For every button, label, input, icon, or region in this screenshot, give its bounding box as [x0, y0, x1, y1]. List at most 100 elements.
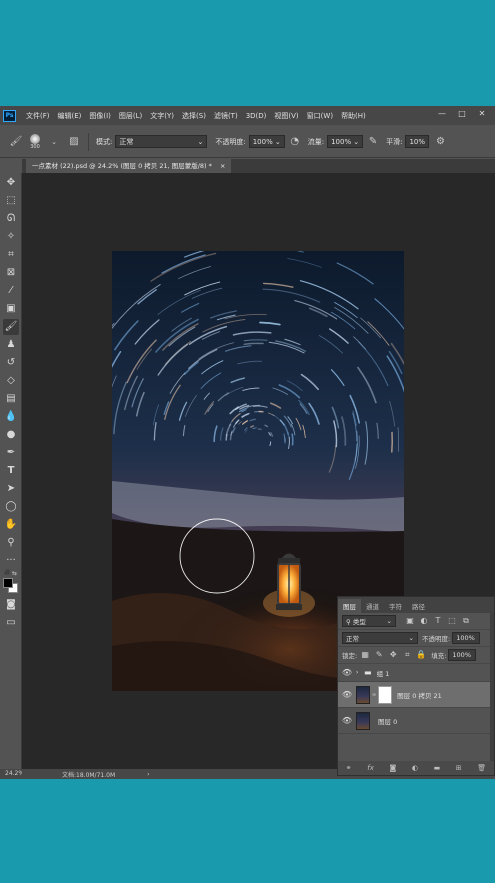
link-icon[interactable]: ∞ — [372, 692, 376, 698]
path-selection-tool[interactable]: ➤ — [3, 481, 19, 497]
chevron-down-icon: ⌄ — [274, 137, 281, 146]
eyedropper-tool[interactable]: ⁄ — [3, 283, 19, 299]
airbrush-icon[interactable]: ✎ — [366, 135, 380, 149]
chevron-right-icon[interactable]: › — [356, 669, 364, 676]
tab-channels[interactable]: 通道 — [361, 599, 384, 613]
chevron-down-icon[interactable]: ⌄ — [47, 135, 61, 149]
quick-mask-icon[interactable]: ◙ — [3, 597, 19, 613]
opacity-input[interactable]: 100% ⌄ — [248, 135, 285, 148]
layer-name: 组 1 — [376, 669, 390, 678]
lock-paint-icon[interactable]: ✎ — [373, 649, 385, 661]
magic-wand-tool[interactable]: ✧ — [3, 229, 19, 245]
layer-name: 图层 0 — [378, 717, 398, 726]
lock-transparency-icon[interactable]: ▦ — [359, 649, 371, 661]
trash-icon[interactable]: 🗑 — [477, 764, 486, 772]
layer-row-group[interactable]: 👁 › ▬ 组 1 — [338, 664, 494, 682]
visibility-eye-icon[interactable]: 👁 — [338, 668, 356, 677]
layers-panel: 图层 通道 字符 路径 ⚲ 类型 ⌄ ▣ ◐ T ⬚ ⧉ 正常 ⌄ 不透明度: … — [337, 596, 495, 776]
menu-3d[interactable]: 3D(D) — [246, 112, 267, 120]
visibility-eye-icon[interactable]: 👁 — [338, 716, 356, 725]
swap-colors-icon[interactable]: ⇆ — [12, 570, 17, 577]
eraser-tool[interactable]: ◇ — [3, 373, 19, 389]
brush-panel-icon[interactable]: ▨ — [67, 135, 81, 149]
lock-all-icon[interactable]: 🔒 — [415, 649, 427, 661]
lock-position-icon[interactable]: ✥ — [387, 649, 399, 661]
filter-shape-icon[interactable]: ⬚ — [446, 615, 458, 627]
dodge-tool[interactable]: ● — [3, 427, 19, 443]
minimize-button[interactable]: — — [436, 109, 448, 119]
panel-scrollbar[interactable] — [490, 613, 494, 763]
menu-image[interactable]: 图像(I) — [89, 111, 111, 121]
menu-layer[interactable]: 图层(L) — [119, 111, 142, 121]
layer-row-selected[interactable]: 👁 ∞ 图层 0 拷贝 21 — [338, 682, 494, 708]
tab-paths[interactable]: 路径 — [407, 599, 430, 613]
layer-filter-select[interactable]: ⚲ 类型 ⌄ — [342, 615, 396, 627]
blend-mode-select[interactable]: 正常 ⌄ — [342, 632, 418, 644]
menu-help[interactable]: 帮助(H) — [341, 111, 366, 121]
filter-pixel-icon[interactable]: ▣ — [404, 615, 416, 627]
smoothing-options-icon[interactable]: ⚙ — [433, 135, 447, 149]
marquee-tool[interactable]: ⬚ — [3, 193, 19, 209]
pen-tool[interactable]: ✒ — [3, 445, 19, 461]
add-mask-icon[interactable]: ◙ — [389, 764, 396, 772]
menu-file[interactable]: 文件(F) — [26, 111, 50, 121]
screen-mode-icon[interactable]: ▭ — [3, 615, 19, 631]
menu-type[interactable]: 文字(Y) — [150, 111, 174, 121]
lock-artboard-icon[interactable]: ⌗ — [401, 649, 413, 661]
menu-view[interactable]: 视图(V) — [274, 111, 298, 121]
layer-row-base[interactable]: 👁 图层 0 — [338, 708, 494, 734]
frame-tool[interactable]: ⊠ — [3, 265, 19, 281]
filter-smart-object-icon[interactable]: ⧉ — [460, 615, 472, 627]
layer-mask-thumbnail[interactable] — [378, 685, 393, 704]
menu-bar: Ps 文件(F) 编辑(E) 图像(I) 图层(L) 文字(Y) 选择(S) 滤… — [0, 106, 495, 125]
flow-label: 流量: — [307, 137, 325, 146]
zoom-tool[interactable]: ⚲ — [3, 535, 19, 551]
type-tool[interactable]: T — [3, 463, 19, 479]
fx-icon[interactable]: fx — [367, 764, 374, 772]
more-tools-icon[interactable]: ··· — [3, 553, 19, 569]
brush-tool[interactable]: 🖌 — [3, 319, 19, 335]
blur-tool[interactable]: 💧 — [3, 409, 19, 425]
blend-mode-value: 正常 — [346, 635, 359, 643]
menu-window[interactable]: 窗口(W) — [307, 111, 333, 121]
link-layers-icon[interactable]: ⚭ — [346, 764, 352, 772]
fill-input[interactable]: 100% — [448, 649, 477, 661]
flow-input[interactable]: 100% ⌄ — [327, 135, 364, 148]
new-group-icon[interactable]: ▬ — [434, 764, 441, 772]
smoothing-input[interactable]: 10% — [405, 135, 430, 148]
lasso-tool[interactable]: ᘏ — [3, 211, 19, 227]
adjustment-layer-icon[interactable]: ◐ — [412, 764, 418, 772]
filter-adjustment-icon[interactable]: ◐ — [418, 615, 430, 627]
layer-opacity-input[interactable]: 100% — [452, 632, 481, 644]
menu-filter[interactable]: 滤镜(T) — [214, 111, 238, 121]
menu-edit[interactable]: 编辑(E) — [58, 111, 82, 121]
pressure-opacity-icon[interactable]: ◔ — [288, 135, 302, 149]
brush-icon[interactable]: 🖌 — [9, 135, 23, 149]
status-arrow-icon[interactable]: › — [147, 771, 149, 778]
hand-tool[interactable]: ✋ — [3, 517, 19, 533]
tools-panel: ✥ ⬚ ᘏ ✧ ⌗ ⊠ ⁄ ▣ 🖌 ♟ ↺ ◇ ▤ 💧 ● ✒ T ➤ ◯ ✋ … — [0, 173, 22, 769]
clone-stamp-tool[interactable]: ♟ — [3, 337, 19, 353]
menu-select[interactable]: 选择(S) — [182, 111, 206, 121]
move-tool[interactable]: ✥ — [3, 175, 19, 191]
close-window-button[interactable]: ✕ — [476, 109, 488, 119]
brush-preset-picker[interactable]: 300 — [30, 133, 40, 150]
mode-select[interactable]: 正常 ⌄ — [115, 135, 208, 148]
history-brush-tool[interactable]: ↺ — [3, 355, 19, 371]
close-tab-icon[interactable]: × — [220, 162, 225, 170]
maximize-button[interactable]: □ — [456, 109, 468, 119]
crop-tool[interactable]: ⌗ — [3, 247, 19, 263]
layer-opacity-label: 不透明度: — [422, 635, 451, 643]
search-icon: ⚲ — [346, 618, 353, 626]
new-layer-icon[interactable]: ⊞ — [456, 764, 462, 772]
gradient-tool[interactable]: ▤ — [3, 391, 19, 407]
foreground-color-swatch[interactable] — [3, 578, 13, 588]
document-tab[interactable]: 一点素材 (22).psd @ 24.2% (图层 0 拷贝 21, 图层蒙版/… — [26, 159, 232, 173]
tab-character[interactable]: 字符 — [384, 599, 407, 613]
shape-tool[interactable]: ◯ — [3, 499, 19, 515]
visibility-eye-icon[interactable]: 👁 — [338, 690, 356, 699]
tab-layers[interactable]: 图层 — [338, 599, 361, 613]
default-colors-icon[interactable]: ⬛ — [4, 570, 10, 576]
healing-brush-tool[interactable]: ▣ — [3, 301, 19, 317]
filter-type-icon[interactable]: T — [432, 615, 444, 627]
